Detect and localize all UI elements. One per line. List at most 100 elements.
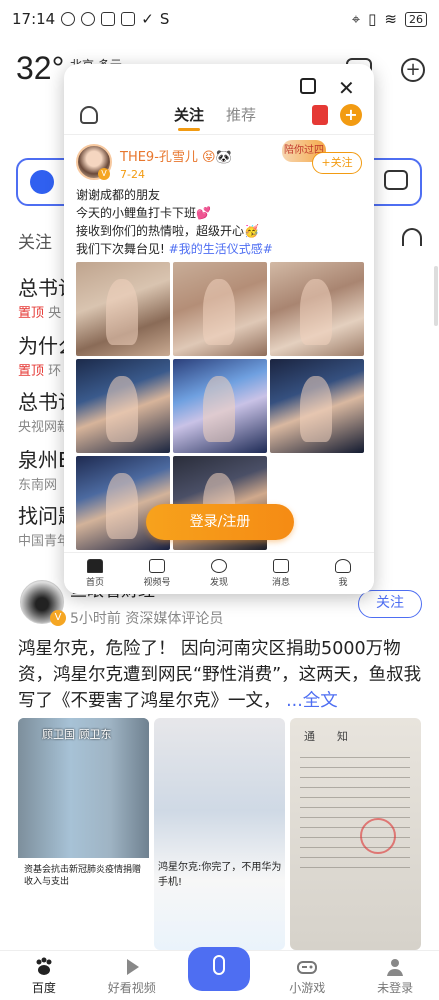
news-source: 央视网新 — [18, 420, 71, 435]
login-register-button[interactable]: 登录/注册 — [146, 504, 294, 540]
headphone-icon[interactable] — [402, 228, 422, 246]
scrollbar[interactable] — [434, 266, 438, 326]
baidu-paw-icon — [61, 12, 76, 26]
tab-recommend[interactable]: 推荐 — [226, 104, 256, 125]
image-notice-title: 通 知 — [304, 730, 348, 743]
photo[interactable] — [173, 359, 267, 453]
user-icon — [387, 959, 404, 976]
photo[interactable] — [270, 262, 364, 356]
photo[interactable] — [270, 359, 364, 453]
check-icon: ✓ — [141, 10, 154, 28]
globe-icon — [81, 12, 96, 26]
profile-icon — [335, 559, 351, 573]
post-text: 谢谢成都的朋友 今天的小鲤鱼打卡下班💕 接收到你们的热情啦，超级开心🥳 我们下次… — [76, 186, 366, 258]
discover-icon — [211, 559, 227, 573]
popup-nav: 首页 视频号 发现 消息 我 — [64, 552, 374, 594]
post-text[interactable]: 鸿星尔克，危险了！ 因向河南灾区捐助5000万物资，鸿星尔克遭到网民“野性消费”… — [18, 636, 422, 714]
post-line: 接收到你们的热情啦，超级开心🥳 — [76, 224, 259, 238]
nav-label: 消息 — [271, 578, 290, 588]
nav-label: 我 — [338, 578, 348, 588]
photo[interactable] — [76, 359, 170, 453]
news-title[interactable]: 泉州E — [18, 444, 71, 473]
post-image[interactable]: 顾卫国 顾卫东 资基会抗击新冠肺炎疫情捐赠收入与支出 — [18, 718, 149, 950]
image-document-title: 资基会抗击新冠肺炎疫情捐赠收入与支出 — [18, 858, 149, 950]
profile-icon[interactable] — [80, 106, 98, 124]
nav-label: 未登录 — [377, 981, 414, 995]
nav-mini-games[interactable]: 小游戏 — [263, 951, 351, 1000]
camera-icon[interactable] — [384, 170, 408, 190]
news-source: 环 — [48, 364, 62, 379]
popup-nav-video[interactable]: 视频号 — [126, 553, 188, 594]
post-images: 顾卫国 顾卫东 资基会抗击新冠肺炎疫情捐赠收入与支出 鸿星尔克:你完了，不用华为… — [18, 718, 422, 950]
nav-not-logged-in[interactable]: 未登录 — [351, 951, 439, 1000]
status-time: 17:14 — [12, 10, 56, 28]
popup-nav-me[interactable]: 我 — [312, 553, 374, 594]
post-line: 今天的小鲤鱼打卡下班💕 — [76, 206, 211, 220]
battery-indicator: 26 — [405, 11, 427, 27]
notice-lines — [300, 748, 410, 868]
voice-search-button[interactable] — [176, 947, 264, 1000]
vibrate-icon: ▯ — [368, 10, 377, 28]
divider — [64, 134, 374, 135]
image-caption: 顾卫国 顾卫东 — [42, 728, 112, 741]
photo-subject — [203, 278, 236, 345]
scan-icon[interactable] — [300, 78, 316, 94]
nav-haokan-video[interactable]: 好看视频 — [88, 951, 176, 1000]
baidu-logo-icon — [30, 170, 54, 194]
follow-button[interactable]: 关注 — [358, 590, 422, 618]
popup-nav-home[interactable]: 首页 — [64, 553, 126, 594]
follow-button[interactable]: +关注 — [312, 152, 362, 174]
post-image[interactable]: 通 知 — [290, 718, 421, 950]
baidu-paw-icon — [36, 957, 52, 975]
read-more-link[interactable]: ...全文 — [286, 691, 338, 711]
add-icon[interactable]: + — [340, 104, 362, 126]
image-icon — [101, 12, 116, 26]
tab-follow[interactable]: 关注 — [18, 228, 52, 253]
grid-icon — [121, 12, 136, 26]
home-icon — [87, 559, 103, 573]
nav-label: 发现 — [209, 578, 228, 588]
status-bar: 17:14 ✓ S ⌖ ▯ ≋ 26 — [0, 0, 439, 38]
image-headline: 鸿星尔克:你完了，不用华为手机! — [158, 862, 282, 888]
voice-button-bg — [188, 947, 251, 991]
popup-nav-messages[interactable]: 消息 — [250, 553, 312, 594]
post-line-text: 我们下次舞台见! — [76, 242, 165, 256]
pin-label: 置顶 — [18, 306, 45, 321]
photo[interactable] — [76, 262, 170, 356]
nav-label: 首页 — [85, 578, 104, 588]
photo-subject — [106, 278, 139, 345]
photo[interactable] — [173, 262, 267, 356]
message-icon — [273, 559, 289, 573]
photo-subject — [203, 375, 236, 442]
post-author[interactable]: THE9-孔雪儿 😝🐼 — [120, 146, 232, 165]
post-body: 鸿星尔克，危险了！ 因向河南灾区捐助5000万物资，鸿星尔克遭到网民“野性消费”… — [18, 639, 422, 711]
nav-label: 小游戏 — [289, 981, 326, 995]
weather-temperature: 32° — [16, 50, 65, 86]
location-icon: ⌖ — [351, 10, 361, 28]
red-packet-icon[interactable] — [312, 105, 328, 125]
seal-stamp — [360, 818, 396, 854]
tab-follow[interactable]: 关注 — [174, 104, 204, 131]
news-sub: 置顶 环 — [18, 360, 61, 379]
verified-badge-icon: V — [98, 168, 110, 180]
hashtag-link[interactable]: #我的生活仪式感# — [169, 242, 273, 256]
popup-nav-discover[interactable]: 发现 — [188, 553, 250, 594]
post-image[interactable]: 鸿星尔克:你完了，不用华为手机! — [154, 718, 285, 950]
wifi-icon: ≋ — [384, 10, 397, 28]
nav-label: 百度 — [31, 981, 56, 995]
photo-subject — [300, 375, 333, 442]
nav-label: 好看视频 — [107, 981, 156, 995]
bottom-nav: 百度 好看视频 小游戏 未登录 — [0, 947, 439, 1000]
add-icon[interactable]: + — [401, 58, 425, 82]
gamepad-icon — [297, 961, 318, 974]
popup-tabs: 关注 推荐 — [174, 104, 256, 131]
post-date: 7-24 — [120, 168, 145, 181]
nav-baidu[interactable]: 百度 — [0, 951, 88, 1000]
close-icon[interactable]: ✕ — [338, 76, 355, 100]
photo-subject — [300, 278, 333, 345]
post-line: 谢谢成都的朋友 — [76, 188, 161, 202]
pin-label: 置顶 — [18, 364, 45, 379]
news-source: 东南网 — [18, 478, 58, 493]
news-sub: 置顶 央 — [18, 302, 61, 321]
video-icon — [149, 559, 165, 573]
